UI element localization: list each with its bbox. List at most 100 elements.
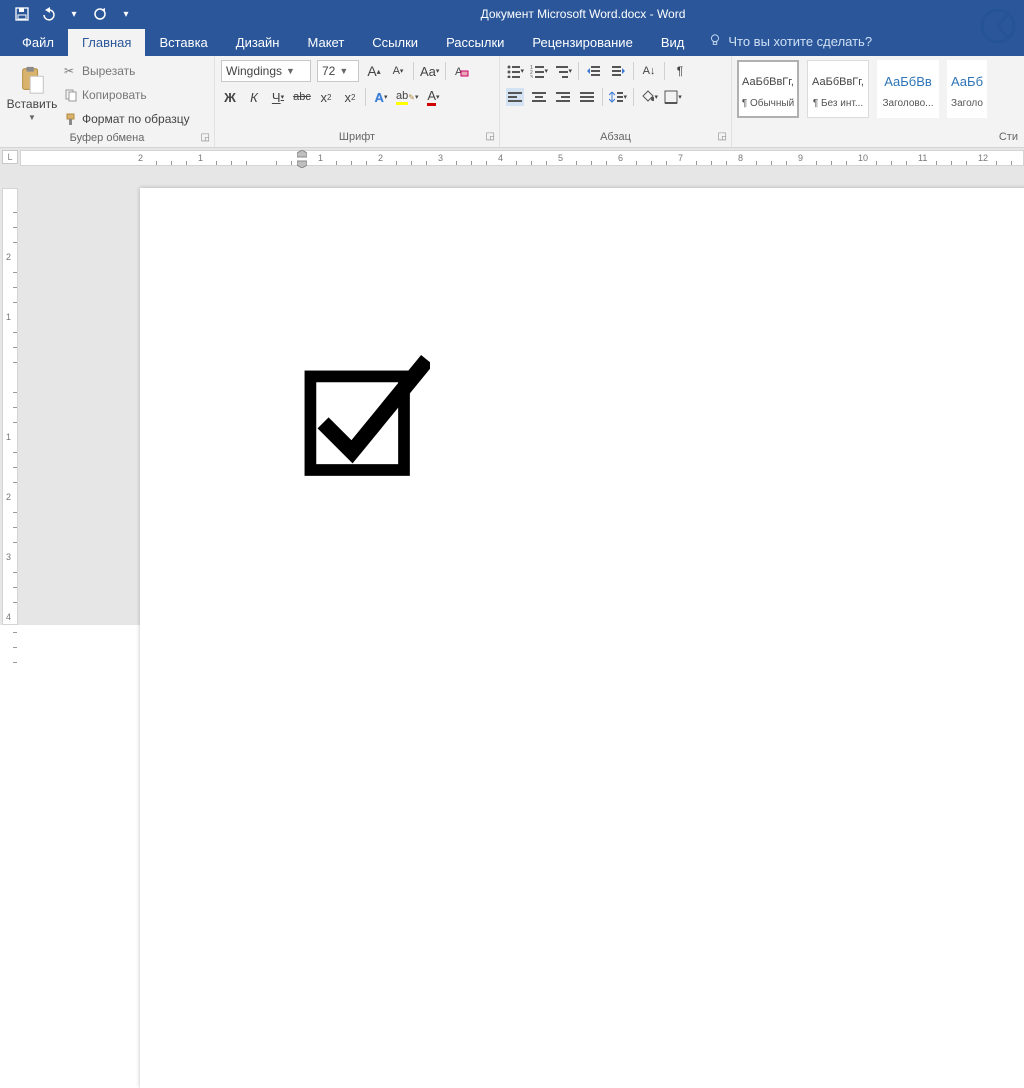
- style-normal[interactable]: АаБбВвГг, ¶ Обычный: [737, 60, 799, 118]
- tell-me[interactable]: Что вы хотите сделать?: [698, 27, 882, 56]
- tab-references[interactable]: Ссылки: [358, 29, 432, 56]
- group-styles: АаБбВвГг, ¶ Обычный АаБбВвГг, ¶ Без инт.…: [732, 56, 1024, 147]
- tab-view[interactable]: Вид: [647, 29, 699, 56]
- paste-icon: [17, 65, 47, 95]
- superscript-button[interactable]: x2: [341, 88, 359, 106]
- font-size-combo[interactable]: 72▼: [317, 60, 359, 82]
- align-right-icon: [556, 91, 570, 103]
- line-spacing-button[interactable]: ▾: [609, 88, 627, 106]
- vertical-ruler[interactable]: 211234: [2, 188, 18, 625]
- numbering-icon: 123: [530, 64, 544, 78]
- highlight-button[interactable]: ab✎▾: [396, 88, 418, 106]
- tab-review[interactable]: Рецензирование: [518, 29, 646, 56]
- cut-button[interactable]: ✂ Вырезать: [64, 60, 190, 82]
- scissors-icon: ✂: [64, 64, 78, 78]
- format-painter-button[interactable]: Формат по образцу: [64, 108, 190, 130]
- tab-mailings[interactable]: Рассылки: [432, 29, 518, 56]
- align-center-button[interactable]: [530, 88, 548, 106]
- font-launcher-icon[interactable]: ◲: [486, 131, 495, 142]
- horizontal-ruler[interactable]: 21123456789101112: [20, 150, 1024, 166]
- multilevel-icon: [554, 64, 568, 78]
- svg-text:3: 3: [530, 75, 533, 78]
- save-icon[interactable]: [14, 6, 30, 22]
- ribbon: Вставить ▼ ✂ Вырезать Копировать: [0, 56, 1024, 148]
- style-heading1[interactable]: АаБбВв Заголово...: [877, 60, 939, 118]
- tab-selector[interactable]: L: [2, 150, 18, 164]
- style-preview: АаБб: [951, 70, 983, 94]
- document-content: [300, 353, 430, 486]
- separator: [602, 88, 603, 106]
- title-bar: ▾ ▾ Документ Microsoft Word.docx - Word: [0, 0, 1024, 28]
- paste-button[interactable]: Вставить ▼: [6, 60, 58, 126]
- outdent-icon: [587, 64, 601, 78]
- watermark-icon: [978, 6, 1018, 49]
- font-size-value: 72: [322, 64, 335, 78]
- document-page[interactable]: [140, 188, 1024, 1088]
- indent-icon: [611, 64, 625, 78]
- decrease-indent-button[interactable]: [585, 62, 603, 80]
- tab-insert[interactable]: Вставка: [145, 29, 221, 56]
- clipboard-launcher-icon[interactable]: ◲: [201, 132, 210, 143]
- font-color-button[interactable]: A▾: [424, 88, 442, 106]
- style-preview: АаБбВвГг,: [742, 70, 794, 94]
- group-label-clipboard: Буфер обмена ◲: [0, 132, 214, 147]
- tab-design[interactable]: Дизайн: [222, 29, 294, 56]
- copy-label: Копировать: [82, 88, 147, 102]
- quick-access-toolbar: ▾ ▾: [0, 6, 142, 22]
- subscript-button[interactable]: x2: [317, 88, 335, 106]
- shrink-font-button[interactable]: A▾: [389, 62, 407, 80]
- checkbox-checked-icon: [300, 353, 430, 483]
- style-heading2[interactable]: АаБб Заголо: [947, 60, 987, 118]
- paragraph-launcher-icon[interactable]: ◲: [718, 131, 727, 142]
- separator: [365, 88, 366, 106]
- grow-font-button[interactable]: A▴: [365, 62, 383, 80]
- paste-label: Вставить: [7, 97, 58, 111]
- strikethrough-button[interactable]: abc: [293, 88, 311, 106]
- group-font: Wingdings▼ 72▼ A▴ A▾ Aa▾ A Ж К Ч▾ abc x: [215, 56, 500, 147]
- window-title: Документ Microsoft Word.docx - Word: [142, 7, 1024, 21]
- group-label-paragraph: Абзац ◲: [500, 131, 731, 147]
- undo-icon[interactable]: [40, 6, 56, 22]
- bold-button[interactable]: Ж: [221, 88, 239, 106]
- copy-icon: [64, 88, 78, 102]
- numbering-button[interactable]: 123▾: [530, 62, 548, 80]
- group-paragraph: ▾ 123▾ ▾ A↓ ¶ ▾ ▾ ▾: [500, 56, 732, 147]
- align-right-button[interactable]: [554, 88, 572, 106]
- format-painter-icon: [64, 112, 78, 126]
- change-case-button[interactable]: Aa▾: [420, 62, 439, 80]
- show-marks-button[interactable]: ¶: [671, 62, 689, 80]
- text-effects-button[interactable]: A▾: [372, 88, 390, 106]
- bullets-button[interactable]: ▾: [506, 62, 524, 80]
- style-name: Заголо: [951, 98, 983, 109]
- font-name-value: Wingdings: [226, 64, 282, 78]
- multilevel-list-button[interactable]: ▾: [554, 62, 572, 80]
- justify-button[interactable]: [578, 88, 596, 106]
- paste-dropdown-icon: ▼: [28, 113, 36, 122]
- borders-button[interactable]: ▾: [664, 88, 682, 106]
- qat-customize-icon[interactable]: ▾: [118, 6, 134, 22]
- separator: [664, 62, 665, 80]
- tab-file[interactable]: Файл: [8, 29, 68, 56]
- sort-button[interactable]: A↓: [640, 62, 658, 80]
- redo-icon[interactable]: [92, 6, 108, 22]
- copy-button[interactable]: Копировать: [64, 84, 190, 106]
- style-preview: АаБбВв: [884, 70, 932, 94]
- group-label-styles: Сти: [732, 131, 1024, 147]
- align-left-button[interactable]: [506, 88, 524, 106]
- separator: [633, 62, 634, 80]
- clear-formatting-button[interactable]: A: [452, 62, 470, 80]
- underline-button[interactable]: Ч▾: [269, 88, 287, 106]
- workspace: L 21123456789101112 211234: [0, 148, 1024, 625]
- font-name-combo[interactable]: Wingdings▼: [221, 60, 311, 82]
- tab-layout[interactable]: Макет: [293, 29, 358, 56]
- increase-indent-button[interactable]: [609, 62, 627, 80]
- shading-button[interactable]: ▾: [640, 88, 658, 106]
- tell-me-label: Что вы хотите сделать?: [728, 34, 872, 49]
- tab-home[interactable]: Главная: [68, 29, 145, 56]
- bucket-icon: [640, 90, 654, 104]
- style-no-spacing[interactable]: АаБбВвГг, ¶ Без инт...: [807, 60, 869, 118]
- undo-dropdown-icon[interactable]: ▾: [66, 6, 82, 22]
- align-center-icon: [532, 91, 546, 103]
- style-name: ¶ Обычный: [742, 98, 794, 109]
- italic-button[interactable]: К: [245, 88, 263, 106]
